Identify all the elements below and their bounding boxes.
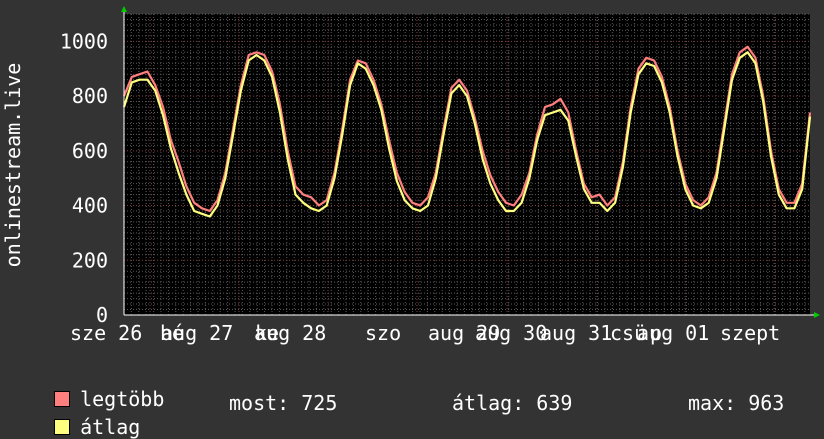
- legend-item-avg: átlag: [30, 391, 140, 439]
- x-tick-label: aug 30: [475, 321, 547, 345]
- y-tick-label: 600: [72, 139, 108, 163]
- x-tick-label: szo: [365, 321, 401, 345]
- legend-swatch-avg: [54, 418, 71, 435]
- y-axis-arrow: [121, 6, 127, 12]
- x-axis-arrow: [814, 312, 820, 318]
- y-axis-label: onlinestream.live: [1, 63, 25, 268]
- x-tick-label: csü: [610, 321, 646, 345]
- x-tick-label: ke: [255, 321, 279, 345]
- stat-average: átlag: 639: [452, 391, 573, 415]
- y-tick-label: 1000: [60, 29, 108, 53]
- y-tick-label: 200: [72, 248, 108, 272]
- stat-max: max: 963: [688, 391, 785, 415]
- stat-current: most: 725: [229, 391, 338, 415]
- x-tick-label: szept: [720, 321, 780, 345]
- y-tick-label: 400: [72, 194, 108, 218]
- y-tick-label: 800: [72, 84, 108, 108]
- legend-label-avg: átlag: [80, 415, 141, 439]
- x-tick-label: aug 01: [637, 321, 709, 345]
- x-tick-label: p: [650, 321, 662, 345]
- x-tick-label: aug 31: [540, 321, 612, 345]
- x-tick-label: sze 26: [70, 321, 142, 345]
- x-tick-label: hé: [160, 321, 184, 345]
